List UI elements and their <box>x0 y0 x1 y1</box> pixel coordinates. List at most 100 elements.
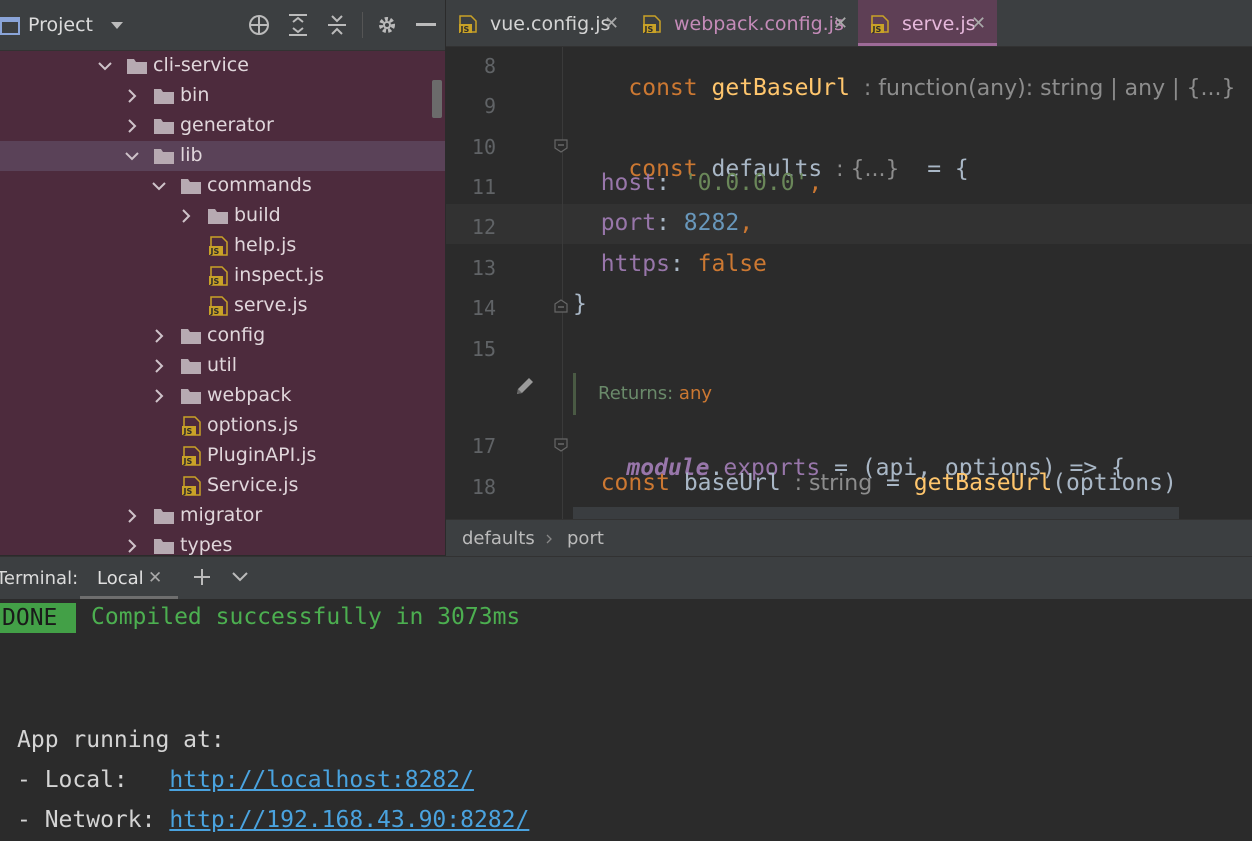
compiled-message: Compiled successfully in 3073ms <box>91 604 521 630</box>
tree-scrollbar[interactable] <box>432 80 442 118</box>
tree-item-label: types <box>180 534 233 555</box>
tree-item[interactable]: webpack <box>0 381 445 411</box>
code-keyword: const <box>628 75 698 101</box>
svg-text:JS: JS <box>872 25 882 34</box>
tree-item[interactable]: types <box>0 531 445 555</box>
chevron-right-icon[interactable] <box>124 118 140 134</box>
line-number: 13 <box>471 256 496 280</box>
js-file-icon: JS <box>642 14 662 34</box>
chevron-down-icon[interactable] <box>97 58 113 74</box>
network-url-link[interactable]: http://192.168.43.90:8282/ <box>169 807 529 833</box>
chevron-down-icon[interactable] <box>231 571 249 583</box>
tree-item-label: build <box>234 204 281 226</box>
locate-target-icon[interactable] <box>246 12 272 38</box>
svg-text:JS: JS <box>210 247 220 256</box>
collapse-all-icon[interactable] <box>324 12 350 38</box>
tree-item-label: inspect.js <box>234 264 325 286</box>
code-number: 8282 <box>683 210 740 236</box>
done-badge-label: DONE <box>2 605 58 631</box>
code-text: = <box>872 470 914 496</box>
svg-text:JS: JS <box>644 25 654 34</box>
breadcrumb-item[interactable]: port <box>567 528 604 549</box>
terminal-title: Terminal: <box>0 568 79 589</box>
minimize-icon[interactable] <box>413 12 439 38</box>
tree-item[interactable]: cli-service <box>0 51 445 81</box>
tree-item[interactable]: bin <box>0 81 445 111</box>
pencil-icon[interactable] <box>514 375 536 397</box>
editor-tab-bar: JS vue.config.js ✕ JS webpack.config.js … <box>446 0 1252 47</box>
code-property: https <box>600 251 670 277</box>
tree-item[interactable]: commands <box>0 171 445 201</box>
chevron-right-icon[interactable] <box>178 208 194 224</box>
line-number: 12 <box>471 215 496 239</box>
chevron-right-icon[interactable] <box>151 388 167 404</box>
chevron-right-icon[interactable] <box>124 538 140 554</box>
chevron-right-icon[interactable] <box>151 358 167 374</box>
tree-item[interactable]: migrator <box>0 501 445 531</box>
close-icon[interactable]: ✕ <box>971 13 986 34</box>
code-string: '0.0.0.0' <box>683 170 809 196</box>
terminal-output[interactable]: DONE Compiled successfully in 3073ms App… <box>0 599 1252 841</box>
project-panel-title[interactable]: Project <box>28 14 93 36</box>
network-prefix: - Network: <box>17 807 170 833</box>
breadcrumb: defaults port <box>446 519 1252 557</box>
tree-item[interactable]: JS help.js <box>0 231 445 261</box>
tab-vue-config-js[interactable]: JS vue.config.js ✕ <box>446 0 628 46</box>
js-file-icon: JS <box>182 446 201 466</box>
fold-marker-icon[interactable] <box>554 299 568 313</box>
fold-marker-icon[interactable] <box>554 438 568 452</box>
tab-webpack-config-js[interactable]: JS webpack.config.js ✕ <box>630 0 858 46</box>
tree-item[interactable]: JS options.js <box>0 411 445 441</box>
folder-icon <box>154 509 174 524</box>
folder-icon <box>181 179 201 194</box>
returns-type: any <box>678 383 713 404</box>
gear-icon[interactable] <box>374 12 400 38</box>
add-terminal-icon[interactable] <box>193 568 211 586</box>
chevron-down-icon[interactable] <box>124 148 140 164</box>
code-editor[interactable]: 8 9 10 11 12 13 14 15 17 18 const getBas… <box>446 47 1252 519</box>
tab-label: webpack.config.js <box>674 13 844 35</box>
breadcrumb-item[interactable]: defaults <box>462 528 535 549</box>
js-file-icon: JS <box>209 296 228 316</box>
expand-all-icon[interactable] <box>285 12 311 38</box>
inlay-type-hint: : string <box>794 471 873 496</box>
code-identifier: baseUrl <box>683 470 781 496</box>
tree-item[interactable]: lib <box>0 141 445 171</box>
folder-icon <box>154 149 174 164</box>
terminal-tab-label: Local <box>97 568 144 589</box>
local-prefix: - Local: <box>17 767 170 793</box>
code-keyword: const <box>600 470 670 496</box>
project-view-dropdown-icon[interactable] <box>110 21 124 30</box>
header-divider <box>362 12 363 38</box>
returns-text: Returns: any <box>598 383 712 404</box>
svg-text:JS: JS <box>210 277 220 286</box>
tree-item[interactable]: JS serve.js <box>0 291 445 321</box>
chevron-right-icon[interactable] <box>124 508 140 524</box>
tree-item[interactable]: generator <box>0 111 445 141</box>
tree-item-label: cli-service <box>153 54 249 76</box>
fold-marker-icon[interactable] <box>554 139 568 153</box>
tree-item[interactable]: config <box>0 321 445 351</box>
terminal-tab-local[interactable]: Local ✕ <box>80 557 178 599</box>
svg-text:JS: JS <box>183 457 193 466</box>
code-line-18: const baseUrl : string = getBaseUrl(opti… <box>573 470 1177 496</box>
close-icon[interactable]: ✕ <box>833 13 848 34</box>
tab-serve-js[interactable]: JS serve.js ✕ <box>858 0 997 46</box>
tree-item[interactable]: JS PluginAPI.js <box>0 441 445 471</box>
local-url-link[interactable]: http://localhost:8282/ <box>169 767 474 793</box>
app-running-line: App running at: <box>17 727 225 753</box>
chevron-right-icon[interactable] <box>151 328 167 344</box>
chevron-down-icon[interactable] <box>151 178 167 194</box>
tree-item[interactable]: JS inspect.js <box>0 261 445 291</box>
partially-visible-line <box>573 507 1179 519</box>
chevron-right-icon[interactable] <box>124 88 140 104</box>
code-line-13: https: false <box>600 251 767 277</box>
tree-item[interactable]: util <box>0 351 445 381</box>
close-icon[interactable]: ✕ <box>148 568 162 588</box>
tree-item[interactable]: build <box>0 201 445 231</box>
close-icon[interactable]: ✕ <box>604 13 619 34</box>
folder-icon <box>154 119 174 134</box>
terminal-header: Terminal: Local ✕ <box>0 556 1252 600</box>
tree-item[interactable]: JS Service.js <box>0 471 445 501</box>
current-line-highlight <box>446 204 1252 244</box>
